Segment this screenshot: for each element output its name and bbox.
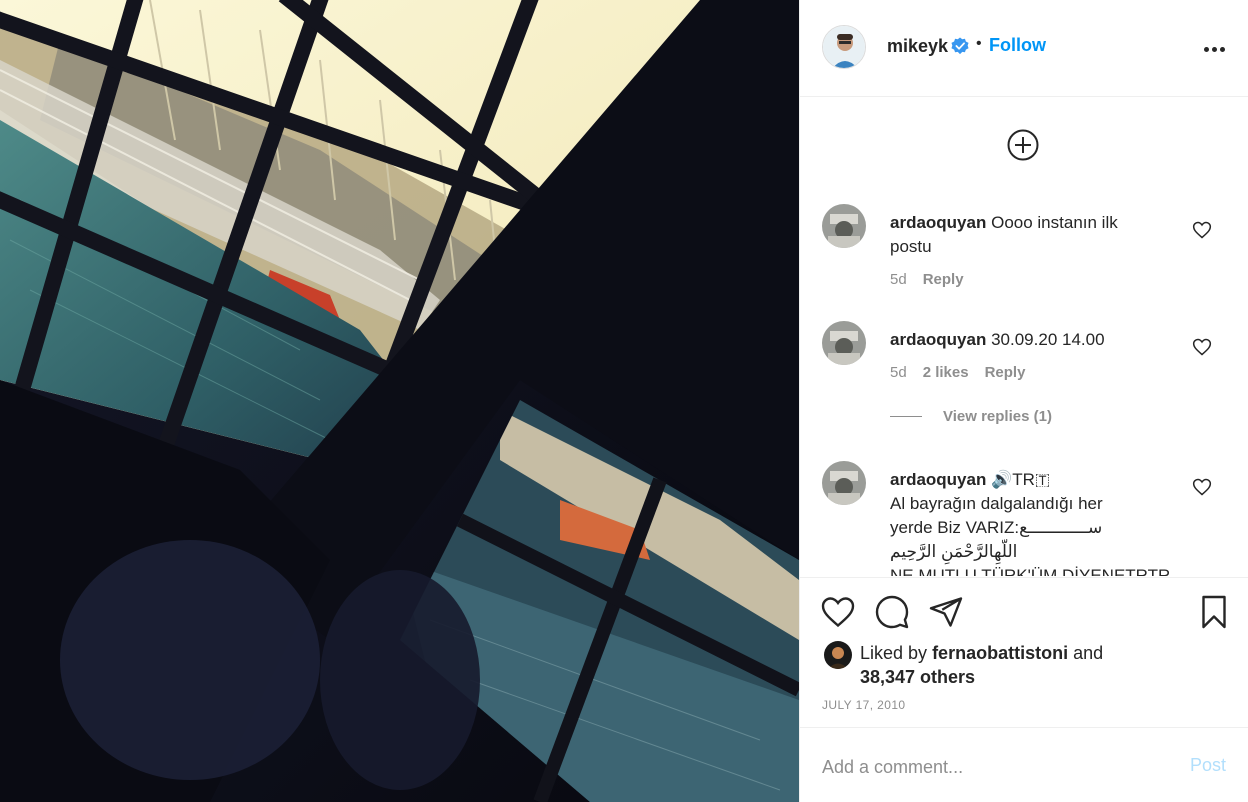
add-comment-bar: Post bbox=[800, 727, 1248, 802]
comment-username[interactable]: ardaoquyan bbox=[890, 470, 986, 489]
paper-plane-icon[interactable] bbox=[928, 594, 964, 630]
reply-button[interactable]: Reply bbox=[923, 271, 964, 288]
liked-by-prefix: Liked by bbox=[860, 643, 928, 663]
comment-meta: 5d Reply bbox=[890, 271, 964, 288]
commenter-avatar[interactable] bbox=[822, 461, 866, 505]
commenter-avatar-image bbox=[822, 321, 866, 365]
liker-avatar[interactable] bbox=[824, 641, 852, 669]
comment-body-line4: اللّهِالرَّحْمَنِ الرَّحِيم bbox=[890, 542, 1018, 561]
post-comment-button[interactable]: Post bbox=[1190, 755, 1226, 776]
comment-text: ardaoquyan 🔊TR🇹 Al bayrağın dalgalandığı… bbox=[890, 468, 1190, 576]
view-replies-label: View replies (1) bbox=[943, 408, 1052, 425]
author-username[interactable]: mikeyk bbox=[887, 36, 948, 57]
comment-username[interactable]: ardaoquyan bbox=[890, 213, 986, 232]
comment-bubble-icon[interactable] bbox=[874, 594, 910, 630]
commenter-avatar[interactable] bbox=[822, 204, 866, 248]
commenter-avatar-image bbox=[822, 204, 866, 248]
liker-avatar-image bbox=[824, 641, 852, 669]
comment-body-line1: 🔊TR🇹 bbox=[991, 470, 1050, 489]
comment-likes[interactable]: 2 likes bbox=[923, 364, 969, 381]
post-date[interactable]: JULY 17, 2010 bbox=[822, 698, 905, 712]
commenter-avatar-image bbox=[822, 461, 866, 505]
comment-username[interactable]: ardaoquyan bbox=[890, 330, 986, 349]
marina-window-photo bbox=[0, 0, 799, 802]
verified-badge-icon bbox=[951, 37, 969, 55]
comment-text: ardaoquyan Oooo instanın ilk postu bbox=[890, 211, 1160, 259]
view-replies-button[interactable]: View replies (1) bbox=[890, 408, 1052, 425]
heart-outline-icon[interactable] bbox=[1192, 220, 1212, 240]
view-replies-line bbox=[890, 416, 922, 417]
liked-by-and: and bbox=[1073, 643, 1104, 663]
post-header: mikeyk • Follow bbox=[800, 0, 1248, 97]
comment-time[interactable]: 5d bbox=[890, 271, 907, 288]
post-actions: Liked by fernaobattistoni and 38,347 oth… bbox=[800, 577, 1248, 727]
header-separator: • bbox=[976, 35, 982, 52]
bookmark-icon[interactable] bbox=[1196, 594, 1232, 630]
commenter-avatar[interactable] bbox=[822, 321, 866, 365]
liked-by-text: Liked by fernaobattistoni and 38,347 oth… bbox=[860, 641, 1190, 689]
liked-by-others[interactable]: 38,347 others bbox=[860, 667, 975, 687]
heart-icon[interactable] bbox=[820, 594, 856, 630]
heart-outline-icon[interactable] bbox=[1192, 337, 1212, 357]
comment-body: 30.09.20 14.00 bbox=[991, 330, 1105, 349]
post-photo[interactable] bbox=[0, 0, 799, 802]
comment-body-line2: Al bayrağın dalgalandığı her bbox=[890, 494, 1103, 513]
comment-body-line5: NE MUTLU TÜRK'ÜM DİYENETRTR bbox=[890, 566, 1171, 576]
comment-body-line3: yerde Biz VARIZ:ﺳــــــــــــﻊ bbox=[890, 518, 1103, 537]
comment-text: ardaoquyan 30.09.20 14.00 bbox=[890, 328, 1160, 352]
comments-list[interactable]: ardaoquyan Oooo instanın ilk postu 5d Re… bbox=[800, 98, 1248, 576]
post-side-panel: mikeyk • Follow ardaoquyan Oooo instanın… bbox=[799, 0, 1248, 802]
liked-by-user[interactable]: fernaobattistoni bbox=[932, 643, 1068, 663]
follow-button[interactable]: Follow bbox=[989, 35, 1046, 56]
heart-outline-icon[interactable] bbox=[1192, 477, 1212, 497]
comment-input[interactable] bbox=[822, 752, 1162, 782]
avatar-image bbox=[823, 26, 865, 68]
comment-time[interactable]: 5d bbox=[890, 364, 907, 381]
plus-circle-icon[interactable] bbox=[1007, 129, 1039, 161]
more-options-icon[interactable] bbox=[1204, 40, 1228, 58]
author-avatar[interactable] bbox=[822, 25, 866, 69]
comment-meta: 5d 2 likes Reply bbox=[890, 364, 1025, 381]
reply-button[interactable]: Reply bbox=[985, 364, 1026, 381]
